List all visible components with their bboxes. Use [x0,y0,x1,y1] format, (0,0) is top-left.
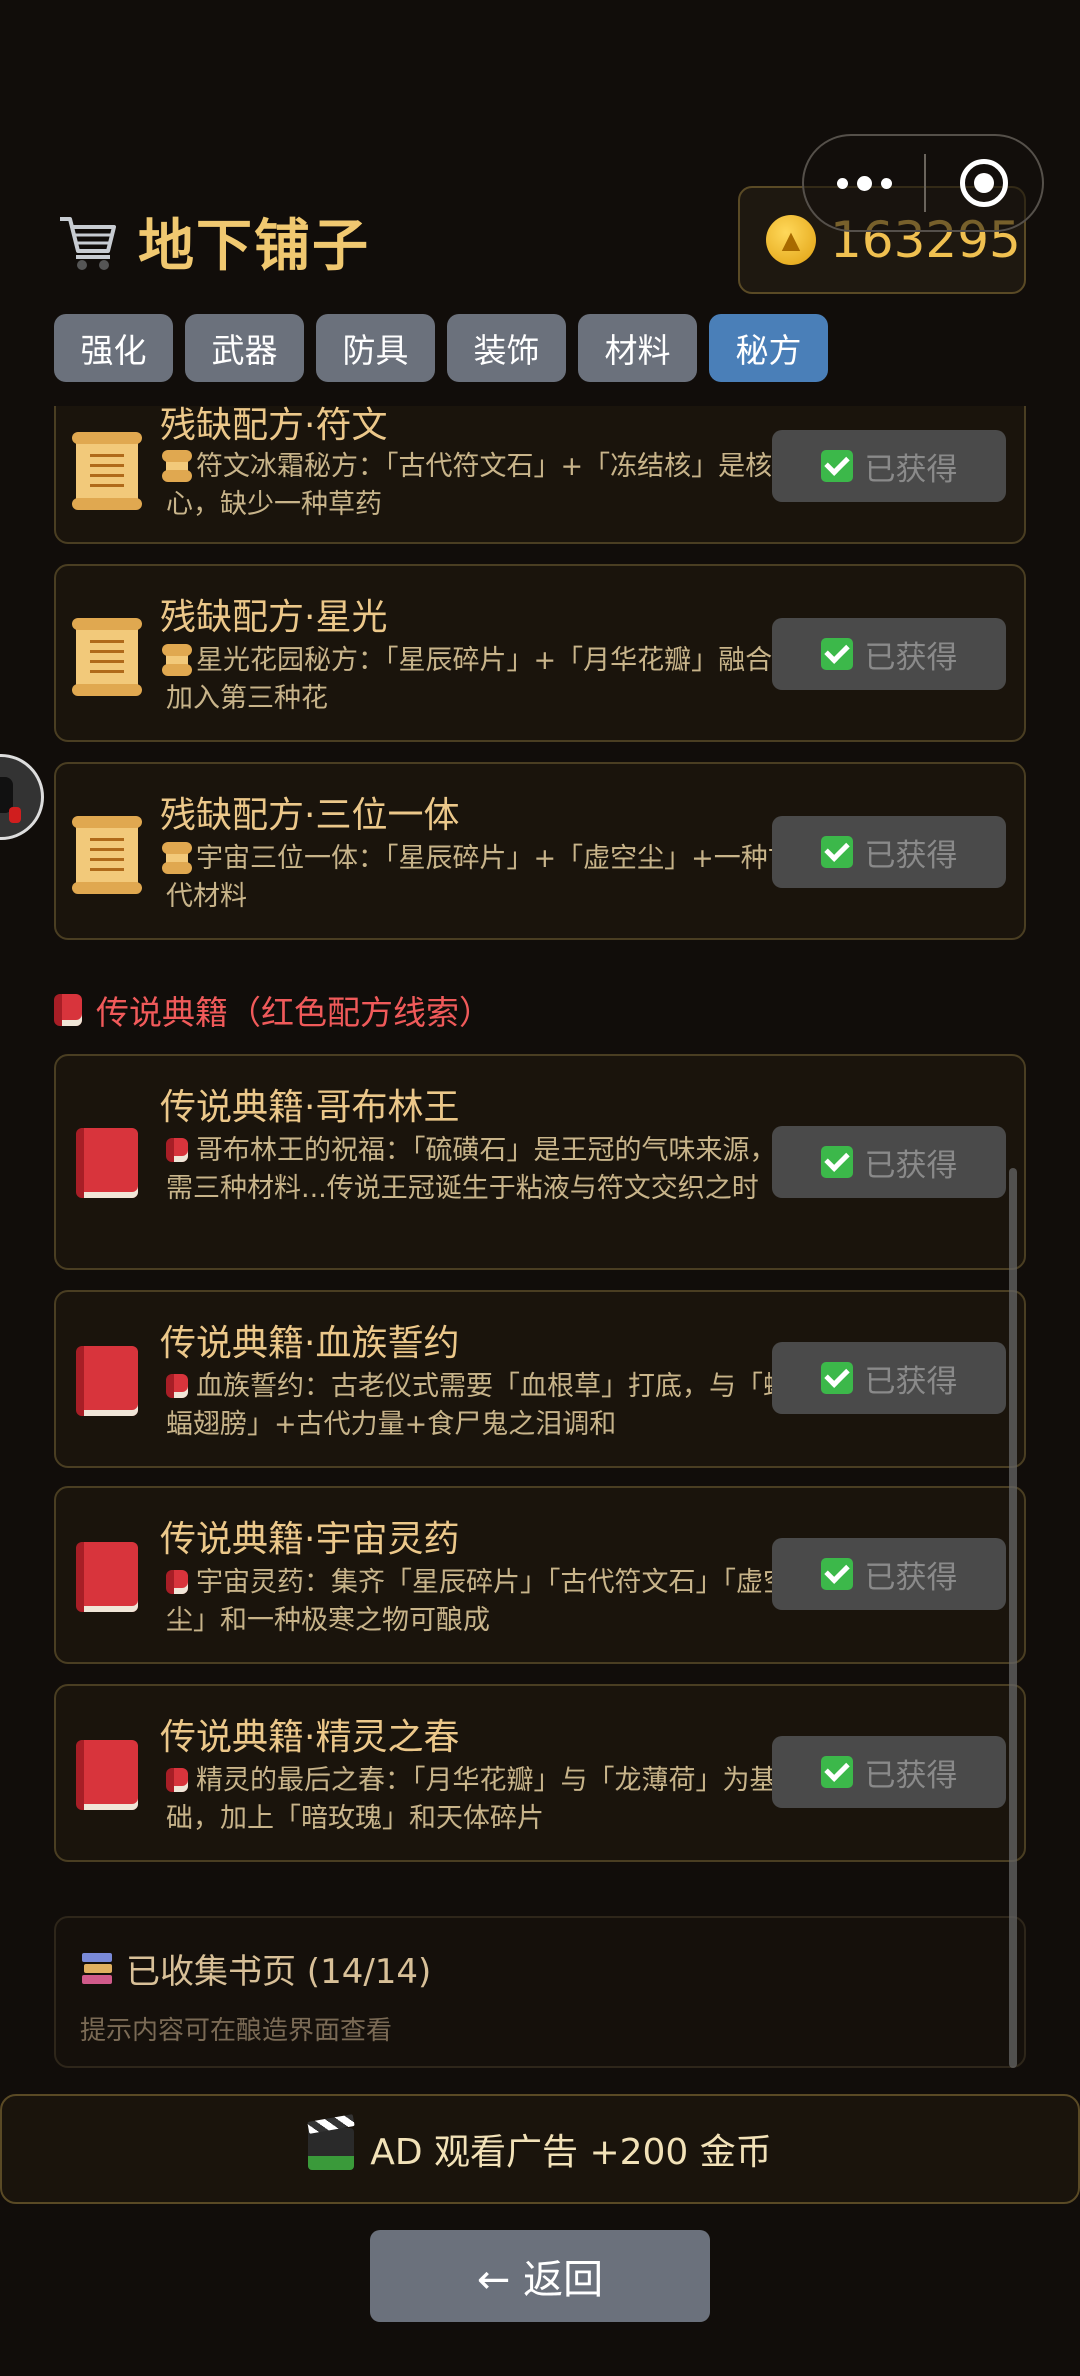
check-icon [820,1362,853,1394]
check-icon [820,450,853,482]
owned-button[interactable]: 已获得 [772,1736,1006,1808]
owned-button[interactable]: 已获得 [772,430,1006,502]
red-book-icon [166,1374,188,1398]
scroll-icon [72,816,142,894]
list-item: 传说典籍·哥布林王 哥布林王的祝福：「硫磺石」是王冠的气味来源，还需三种材料..… [54,1054,1026,1270]
red-book-icon [166,1768,188,1792]
check-icon [820,1756,853,1788]
owned-button[interactable]: 已获得 [772,618,1006,690]
scrollbar[interactable] [1009,1168,1017,2068]
legend-section-title: 传说典籍（红色配方线索） [54,986,492,1034]
list-item: 残缺配方·符文 符文冰霜秘方：「古代符文石」+「冻结核」是核心，缺少一种草药 已… [54,406,1026,544]
owned-button[interactable]: 已获得 [772,1126,1006,1198]
scroll-icon [72,432,142,510]
scroll-icon [162,450,192,482]
red-book-icon [76,1346,138,1416]
scroll-icon [162,842,192,874]
list-item: 残缺配方·星光 星光花园秘方：「星辰碎片」+「月华花瓣」融合后加入第三种花 已获… [54,564,1026,742]
item-name: 传说典籍·精灵之春 [160,1717,460,1758]
tab-enhance[interactable]: 强化 [54,314,173,382]
scroll-icon [162,644,192,676]
item-name: 残缺配方·三位一体 [160,795,460,836]
collection-title: 已收集书页 (14/14) [126,1952,432,1992]
item-description: 符文冰霜秘方：「古代符文石」+「冻结核」是核心，缺少一种草药 [162,450,773,520]
red-book-icon [166,1138,188,1162]
list-item: 传说典籍·血族誓约 血族誓约：古老仪式需要「血根草」打底，与「蝙蝠翅膀」+古代力… [54,1290,1026,1468]
list-item: 传说典籍·宇宙灵药 宇宙灵药：集齐「星辰碎片」「古代符文石」「虚空尘」和一种极寒… [54,1486,1026,1664]
collection-progress-panel: 已收集书页 (14/14) 提示内容可在酿造界面查看 [54,1916,1026,2068]
item-name: 传说典籍·哥布林王 [160,1087,460,1128]
clapperboard-icon [308,2128,355,2170]
check-icon [820,1558,853,1590]
collection-hint: 提示内容可在酿造界面查看 [80,2016,393,2046]
check-icon [820,638,853,670]
item-name: 残缺配方·符文 [160,406,388,446]
item-name: 传说典籍·宇宙灵药 [160,1519,460,1560]
red-book-icon [76,1542,138,1612]
books-stack-icon [80,1951,114,1987]
check-icon [820,1146,853,1178]
owned-button[interactable]: 已获得 [772,816,1006,888]
miniprogram-capsule [802,134,1044,232]
item-description: 精灵的最后之春：「月华花瓣」与「龙薄荷」为基础，加上「暗玫瑰」和天体碎片 [166,1765,777,1834]
list-item: 传说典籍·精灵之春 精灵的最后之春：「月华花瓣」与「龙薄荷」为基础，加上「暗玫瑰… [54,1684,1026,1862]
tab-armor[interactable]: 防具 [316,314,435,382]
scroll-icon [72,618,142,696]
shopping-cart-icon [56,209,120,273]
tab-accessories[interactable]: 装饰 [447,314,566,382]
more-menu-icon[interactable] [804,175,924,191]
owned-button[interactable]: 已获得 [772,1538,1006,1610]
item-description: 哥布林王的祝福：「硫磺石」是王冠的气味来源，还需三种材料...传说王冠诞生于粘液… [166,1135,804,1204]
item-description: 星光花园秘方：「星辰碎片」+「月华花瓣」融合后加入第三种花 [162,644,800,714]
watch-ad-button[interactable]: AD 观看广告 +200 金币 [0,2094,1080,2204]
category-tabs: 强化 武器 防具 装饰 材料 秘方 [54,314,828,382]
tab-weapons[interactable]: 武器 [185,314,304,382]
close-miniprogram-icon[interactable] [926,159,1042,207]
list-item: 残缺配方·三位一体 宇宙三位一体：「星辰碎片」+「虚空尘」+一种古代材料 已获得 [54,762,1026,940]
item-description: 宇宙三位一体：「星辰碎片」+「虚空尘」+一种古代材料 [162,842,795,912]
check-icon [820,836,853,868]
tab-materials[interactable]: 材料 [578,314,697,382]
gold-coin-icon: ▲ [766,215,816,265]
red-book-icon [76,1740,138,1810]
item-description: 血族誓约：古老仪式需要「血根草」打底，与「蝙蝠翅膀」+古代力量+食尸鬼之泪调和 [166,1371,790,1440]
shop-header: 地下铺子 [56,196,370,286]
red-book-icon [166,1570,188,1594]
back-button[interactable]: ← 返回 [370,2230,710,2322]
recipe-list[interactable]: 残缺配方·符文 符文冰霜秘方：「古代符文石」+「冻结核」是核心，缺少一种草药 已… [0,406,1080,2070]
item-name: 残缺配方·星光 [160,597,388,638]
red-book-icon [54,994,82,1026]
tab-recipes[interactable]: 秘方 [709,314,828,382]
item-name: 传说典籍·血族誓约 [160,1323,460,1364]
owned-button[interactable]: 已获得 [772,1342,1006,1414]
page-title: 地下铺子 [138,213,370,279]
red-book-icon [76,1128,138,1198]
item-description: 宇宙灵药：集齐「星辰碎片」「古代符文石」「虚空尘」和一种极寒之物可酿成 [166,1567,790,1636]
